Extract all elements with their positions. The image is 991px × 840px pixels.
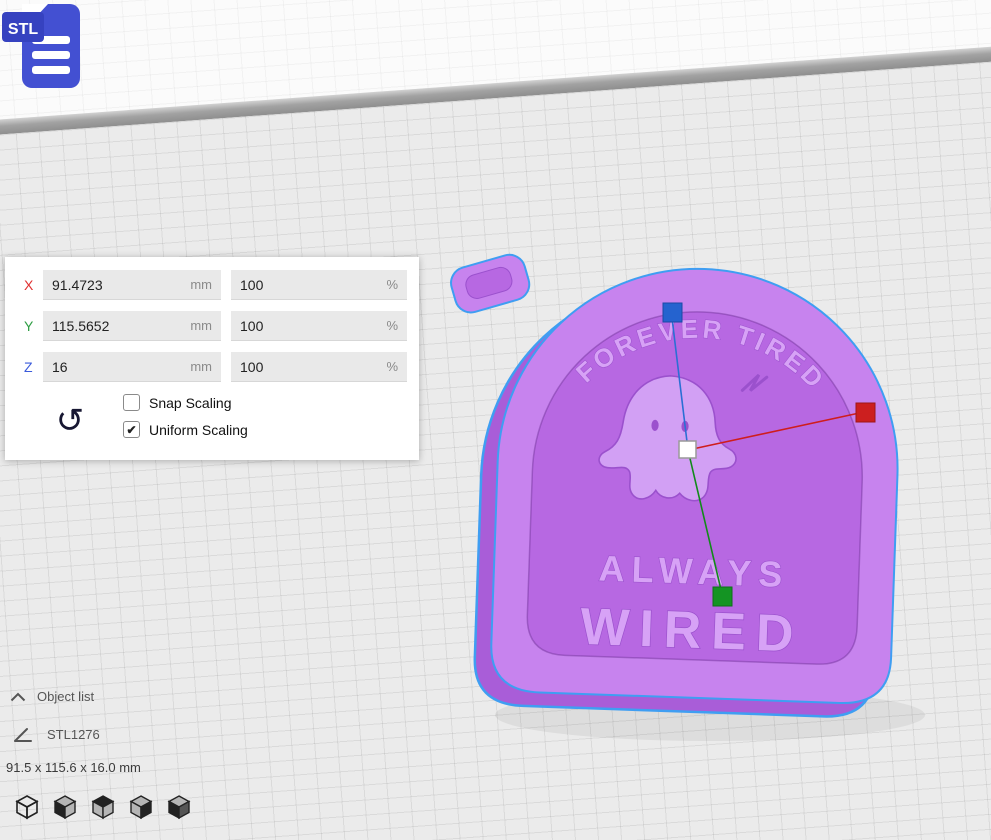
z-size-field[interactable]: mm: [43, 352, 221, 382]
object-icon: [14, 726, 32, 742]
y-size-input[interactable]: [52, 318, 184, 334]
z-scale-handle[interactable]: [663, 303, 682, 322]
reset-scale-button[interactable]: ↺: [17, 394, 123, 448]
reset-scale-icon: ↺: [56, 404, 85, 438]
chevron-up-icon: [10, 692, 26, 702]
y-size-unit: mm: [190, 318, 212, 333]
center-scale-handle[interactable]: [679, 441, 696, 458]
scale-row-y: Y mm %: [17, 311, 407, 341]
top-view-icon[interactable]: [89, 793, 116, 820]
x-axis-label: X: [17, 277, 43, 293]
mold-word-always: ALWAYS: [598, 547, 790, 595]
y-percent-input[interactable]: [240, 318, 380, 334]
z-percent-input[interactable]: [240, 359, 380, 375]
x-scale-handle[interactable]: [856, 403, 875, 422]
right-view-icon[interactable]: [165, 793, 192, 820]
z-size-unit: mm: [190, 359, 212, 374]
uniform-scaling-label: Uniform Scaling: [149, 422, 248, 438]
mold-tab: [447, 251, 533, 316]
y-percent-unit: %: [386, 318, 398, 333]
snap-scaling-checkbox[interactable]: [123, 394, 140, 411]
z-percent-unit: %: [386, 359, 398, 374]
z-size-input[interactable]: [52, 359, 184, 375]
y-scale-handle[interactable]: [713, 587, 732, 606]
object-list-label: Object list: [37, 689, 94, 704]
stl-file-icon: STL: [2, 0, 94, 101]
snap-scaling-option[interactable]: Snap Scaling: [123, 394, 407, 411]
object-name: STL1276: [47, 727, 100, 742]
3d-view-icon[interactable]: [13, 793, 40, 820]
uniform-scaling-option[interactable]: ✔ Uniform Scaling: [123, 421, 407, 438]
x-size-input[interactable]: [52, 277, 184, 293]
stl-badge-label: STL: [8, 21, 38, 38]
x-size-field[interactable]: mm: [43, 270, 221, 300]
z-percent-field[interactable]: %: [231, 352, 407, 382]
x-percent-unit: %: [386, 277, 398, 292]
snap-scaling-label: Snap Scaling: [149, 395, 232, 411]
object-list-toggle[interactable]: Object list: [10, 689, 94, 704]
scale-row-x: X mm %: [17, 270, 407, 300]
y-percent-field[interactable]: %: [231, 311, 407, 341]
front-view-icon[interactable]: [51, 793, 78, 820]
scale-row-z: Z mm %: [17, 352, 407, 382]
view-toolbar: [13, 793, 192, 820]
y-size-field[interactable]: mm: [43, 311, 221, 341]
y-axis-label: Y: [17, 318, 43, 334]
x-size-unit: mm: [190, 277, 212, 292]
viewport: FOREVER TIRED ALWAYS WIRED: [0, 0, 991, 840]
scale-options: ↺ Snap Scaling ✔ Uniform Scaling: [17, 394, 407, 448]
x-percent-field[interactable]: %: [231, 270, 407, 300]
scale-tool-panel: X mm % Y mm % Z mm: [5, 257, 419, 460]
z-axis-label: Z: [17, 359, 43, 375]
model-dimensions: 91.5 x 115.6 x 16.0 mm: [6, 760, 141, 775]
left-view-icon[interactable]: [127, 793, 154, 820]
x-percent-input[interactable]: [240, 277, 380, 293]
uniform-scaling-checkbox[interactable]: ✔: [123, 421, 140, 438]
object-list-item[interactable]: STL1276: [14, 726, 100, 742]
mold-word-wired: WIRED: [579, 598, 804, 664]
